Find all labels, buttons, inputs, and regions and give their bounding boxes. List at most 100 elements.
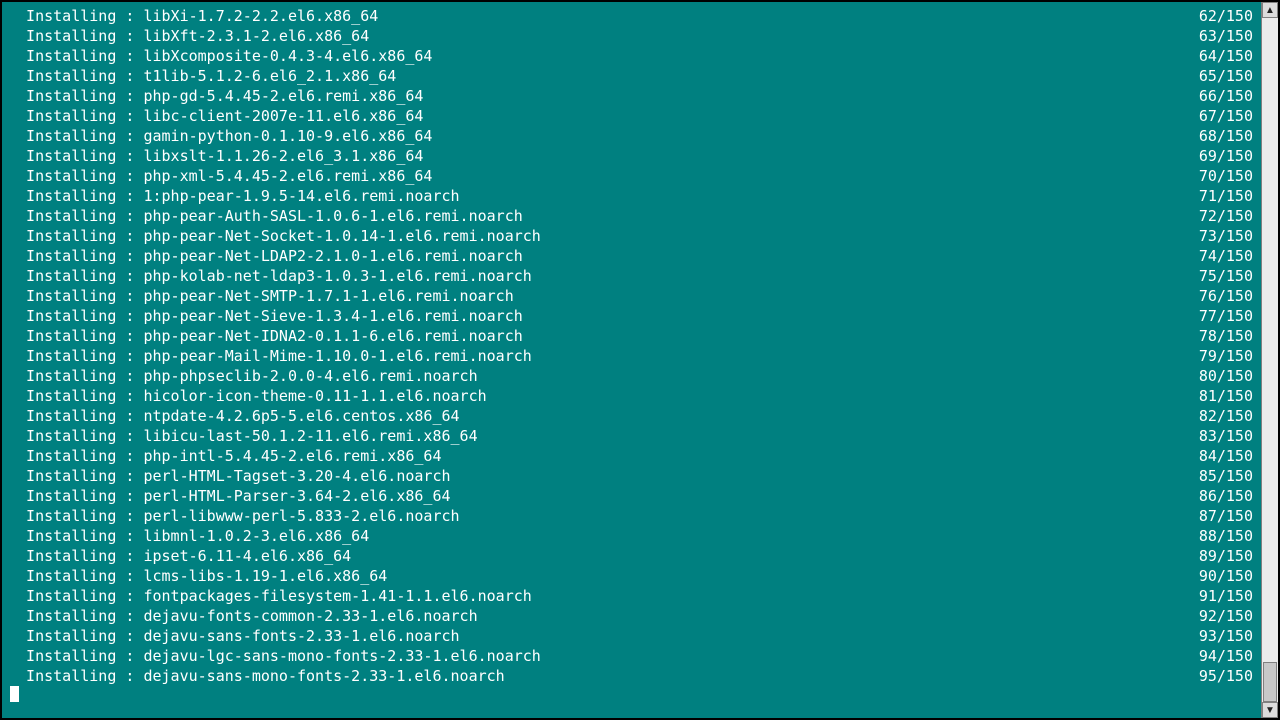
scroll-up-button[interactable]: ▲: [1262, 2, 1278, 18]
install-line: Installing : libicu-last-50.1.2-11.el6.r…: [8, 426, 1261, 446]
terminal-output[interactable]: Installing : libXi-1.7.2-2.2.el6.x86_64 6…: [2, 2, 1261, 718]
install-line-package: Installing : dejavu-sans-fonts-2.33-1.el…: [8, 626, 460, 646]
install-line: Installing : ipset-6.11-4.el6.x86_6489/1…: [8, 546, 1261, 566]
install-line: Installing : lcms-libs-1.19-1.el6.x86_64…: [8, 566, 1261, 586]
install-line: Installing : php-phpseclib-2.0.0-4.el6.r…: [8, 366, 1261, 386]
install-line-package: Installing : php-intl-5.4.45-2.el6.remi.…: [8, 446, 441, 466]
install-line-progress: 88/150: [1199, 526, 1255, 546]
install-line: Installing : dejavu-fonts-common-2.33-1.…: [8, 606, 1261, 626]
install-line-progress: 65/150: [1199, 66, 1255, 86]
install-line-package: Installing : lcms-libs-1.19-1.el6.x86_64: [8, 566, 387, 586]
install-line-progress: 94/150: [1199, 646, 1255, 666]
terminal-cursor: [10, 686, 19, 702]
install-line-package: Installing : perl-libwww-perl-5.833-2.el…: [8, 506, 460, 526]
install-line: Installing : php-xml-5.4.45-2.el6.remi.x…: [8, 166, 1261, 186]
install-line-package: Installing : php-pear-Net-IDNA2-0.1.1-6.…: [8, 326, 523, 346]
install-line-progress: 73/150: [1199, 226, 1255, 246]
install-line: Installing : php-pear-Net-IDNA2-0.1.1-6.…: [8, 326, 1261, 346]
install-line-progress: 63/150: [1199, 26, 1255, 46]
install-line-package: Installing : dejavu-sans-mono-fonts-2.33…: [8, 666, 505, 686]
install-line-progress: 77/150: [1199, 306, 1255, 326]
install-line-progress: 85/150: [1199, 466, 1255, 486]
scrollbar-thumb[interactable]: [1263, 662, 1277, 702]
install-line-progress: 95/150: [1199, 666, 1255, 686]
install-line: Installing : 1:php-pear-1.9.5-14.el6.rem…: [8, 186, 1261, 206]
install-line-progress: 62/150: [1199, 6, 1255, 26]
install-line-package: Installing : php-kolab-net-ldap3-1.0.3-1…: [8, 266, 532, 286]
install-line: Installing : php-pear-Net-LDAP2-2.1.0-1.…: [8, 246, 1261, 266]
install-line: Installing : php-pear-Mail-Mime-1.10.0-1…: [8, 346, 1261, 366]
install-line-progress: 66/150: [1199, 86, 1255, 106]
install-line-package: Installing : libicu-last-50.1.2-11.el6.r…: [8, 426, 478, 446]
install-line: Installing : libxslt-1.1.26-2.el6_3.1.x8…: [8, 146, 1261, 166]
install-line: Installing : perl-HTML-Tagset-3.20-4.el6…: [8, 466, 1261, 486]
install-line-progress: 80/150: [1199, 366, 1255, 386]
install-line-package: Installing : gamin-python-0.1.10-9.el6.x…: [8, 126, 432, 146]
install-line-package: Installing : php-pear-Auth-SASL-1.0.6-1.…: [8, 206, 523, 226]
install-line: Installing : dejavu-sans-fonts-2.33-1.el…: [8, 626, 1261, 646]
install-line-progress: 69/150: [1199, 146, 1255, 166]
install-line-package: Installing : php-phpseclib-2.0.0-4.el6.r…: [8, 366, 478, 386]
chevron-down-icon: ▼: [1265, 705, 1275, 716]
install-line-package: Installing : hicolor-icon-theme-0.11-1.1…: [8, 386, 487, 406]
install-line-package: Installing : fontpackages-filesystem-1.4…: [8, 586, 532, 606]
install-line-progress: 91/150: [1199, 586, 1255, 606]
install-line-progress: 81/150: [1199, 386, 1255, 406]
install-line-package: Installing : dejavu-fonts-common-2.33-1.…: [8, 606, 478, 626]
install-line-package: Installing : libXcomposite-0.4.3-4.el6.x…: [8, 46, 432, 66]
install-line-progress: 93/150: [1199, 626, 1255, 646]
install-line-progress: 86/150: [1199, 486, 1255, 506]
install-line: Installing : hicolor-icon-theme-0.11-1.1…: [8, 386, 1261, 406]
install-line-package: Installing : perl-HTML-Parser-3.64-2.el6…: [8, 486, 451, 506]
install-line-progress: 64/150: [1199, 46, 1255, 66]
install-line: Installing : dejavu-lgc-sans-mono-fonts-…: [8, 646, 1261, 666]
install-line-progress: 72/150: [1199, 206, 1255, 226]
install-line-progress: 79/150: [1199, 346, 1255, 366]
install-line-package: Installing : 1:php-pear-1.9.5-14.el6.rem…: [8, 186, 460, 206]
install-line: Installing : dejavu-sans-mono-fonts-2.33…: [8, 666, 1261, 686]
install-line-package: Installing : php-pear-Net-LDAP2-2.1.0-1.…: [8, 246, 523, 266]
install-line-progress: 84/150: [1199, 446, 1255, 466]
install-line: Installing : php-pear-Auth-SASL-1.0.6-1.…: [8, 206, 1261, 226]
install-line: Installing : libc-client-2007e-11.el6.x8…: [8, 106, 1261, 126]
install-line-package: Installing : php-pear-Mail-Mime-1.10.0-1…: [8, 346, 532, 366]
install-line-progress: 87/150: [1199, 506, 1255, 526]
install-line: Installing : php-pear-Net-SMTP-1.7.1-1.e…: [8, 286, 1261, 306]
install-line-package: Installing : php-xml-5.4.45-2.el6.remi.x…: [8, 166, 432, 186]
install-line-package: Installing : ntpdate-4.2.6p5-5.el6.cento…: [8, 406, 460, 426]
install-line-progress: 78/150: [1199, 326, 1255, 346]
install-line-progress: 76/150: [1199, 286, 1255, 306]
scrollbar-track[interactable]: [1262, 18, 1278, 702]
install-line: Installing : fontpackages-filesystem-1.4…: [8, 586, 1261, 606]
vertical-scrollbar[interactable]: ▲ ▼: [1261, 2, 1278, 718]
install-line-package: Installing : t1lib-5.1.2-6.el6_2.1.x86_6…: [8, 66, 396, 86]
install-line: Installing : php-pear-Net-Socket-1.0.14-…: [8, 226, 1261, 246]
install-line-package: Installing : php-pear-Net-SMTP-1.7.1-1.e…: [8, 286, 514, 306]
install-line-progress: 68/150: [1199, 126, 1255, 146]
install-line: Installing : libXi-1.7.2-2.2.el6.x86_64 6…: [8, 6, 1261, 26]
prompt-line: [8, 686, 1261, 702]
install-line: Installing : libXft-2.3.1-2.el6.x86_6463…: [8, 26, 1261, 46]
install-line: Installing : t1lib-5.1.2-6.el6_2.1.x86_6…: [8, 66, 1261, 86]
install-line: Installing : php-kolab-net-ldap3-1.0.3-1…: [8, 266, 1261, 286]
install-line-progress: 74/150: [1199, 246, 1255, 266]
install-line-package: Installing : php-pear-Net-Sieve-1.3.4-1.…: [8, 306, 523, 326]
install-line: Installing : php-pear-Net-Sieve-1.3.4-1.…: [8, 306, 1261, 326]
install-line-package: Installing : ipset-6.11-4.el6.x86_64: [8, 546, 351, 566]
install-line: Installing : php-intl-5.4.45-2.el6.remi.…: [8, 446, 1261, 466]
install-line-package: Installing : libmnl-1.0.2-3.el6.x86_64: [8, 526, 369, 546]
install-line-progress: 70/150: [1199, 166, 1255, 186]
install-line-package: Installing : libXi-1.7.2-2.2.el6.x86_64: [8, 6, 378, 26]
install-line-progress: 75/150: [1199, 266, 1255, 286]
install-line-package: Installing : php-pear-Net-Socket-1.0.14-…: [8, 226, 541, 246]
install-line: Installing : perl-libwww-perl-5.833-2.el…: [8, 506, 1261, 526]
install-line: Installing : libXcomposite-0.4.3-4.el6.x…: [8, 46, 1261, 66]
install-line: Installing : perl-HTML-Parser-3.64-2.el6…: [8, 486, 1261, 506]
install-line-progress: 82/150: [1199, 406, 1255, 426]
install-line-progress: 67/150: [1199, 106, 1255, 126]
install-line-package: Installing : perl-HTML-Tagset-3.20-4.el6…: [8, 466, 451, 486]
install-line-package: Installing : libxslt-1.1.26-2.el6_3.1.x8…: [8, 146, 423, 166]
install-line: Installing : php-gd-5.4.45-2.el6.remi.x8…: [8, 86, 1261, 106]
scroll-down-button[interactable]: ▼: [1262, 702, 1278, 718]
chevron-up-icon: ▲: [1265, 5, 1275, 16]
